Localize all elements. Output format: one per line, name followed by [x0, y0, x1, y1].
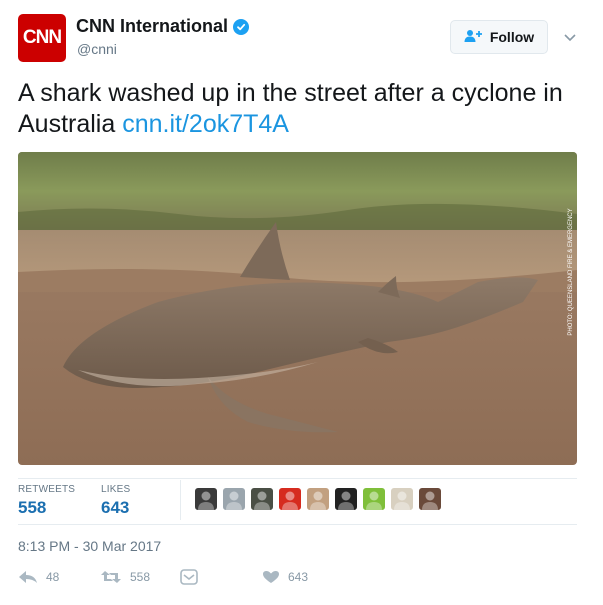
tweet-timestamp[interactable]: 8:13 PM - 30 Mar 2017 — [18, 538, 161, 554]
photo-credit: PHOTO: QUEENSLAND FIRE & EMERGENCY — [563, 152, 575, 465]
stats-vertical-divider — [180, 480, 181, 520]
tweet-body: A shark washed up in the street after a … — [18, 79, 563, 138]
tweet-text: A shark washed up in the street after a … — [18, 78, 593, 140]
liker-2-avatar[interactable] — [223, 488, 245, 510]
user-handle[interactable]: @cnni — [77, 41, 117, 57]
stats-bottom-divider — [18, 524, 577, 525]
liker-4-avatar[interactable] — [279, 488, 301, 510]
heart-icon — [263, 571, 279, 583]
follow-button[interactable]: Follow — [450, 20, 548, 54]
photo-credit-text: PHOTO: QUEENSLAND FIRE & EMERGENCY — [568, 208, 574, 335]
direct-message-icon — [180, 569, 198, 585]
shark-photo-image — [18, 152, 577, 465]
retweets-count[interactable]: 558 — [18, 498, 46, 518]
chevron-down-icon[interactable] — [563, 30, 577, 42]
tweet-link[interactable]: cnn.it/2ok7T4A — [122, 110, 289, 138]
verified-badge-icon — [233, 18, 250, 35]
tweet-photo[interactable] — [18, 152, 577, 465]
liker-3-avatar[interactable] — [251, 488, 273, 510]
like-count: 643 — [288, 570, 309, 584]
reply-button[interactable]: 48 — [18, 570, 59, 584]
reply-count: 48 — [46, 570, 60, 584]
retweet-count: 558 — [130, 570, 151, 584]
stats-top-divider — [18, 478, 577, 479]
liker-avatars — [195, 488, 441, 510]
follow-user-icon — [464, 29, 484, 46]
retweet-icon — [101, 571, 121, 583]
likes-label: LIKES — [101, 484, 131, 495]
like-button[interactable]: 643 — [262, 570, 308, 584]
liker-9-avatar[interactable] — [419, 488, 441, 510]
liker-1-avatar[interactable] — [195, 488, 217, 510]
retweets-label: RETWEETS — [18, 484, 76, 495]
liker-7-avatar[interactable] — [363, 488, 385, 510]
retweet-button[interactable]: 558 — [100, 570, 150, 584]
dm-button[interactable] — [180, 569, 198, 585]
avatar-logo-text: CNN — [22, 27, 62, 48]
liker-5-avatar[interactable] — [307, 488, 329, 510]
follow-label: Follow — [489, 29, 535, 45]
display-name-text: CNN International — [76, 16, 229, 36]
display-name[interactable]: CNN International — [76, 16, 250, 37]
reply-icon — [19, 571, 37, 583]
cnn-avatar[interactable]: CNN — [18, 14, 66, 62]
liker-6-avatar[interactable] — [335, 488, 357, 510]
likes-count[interactable]: 643 — [101, 498, 129, 518]
liker-8-avatar[interactable] — [391, 488, 413, 510]
